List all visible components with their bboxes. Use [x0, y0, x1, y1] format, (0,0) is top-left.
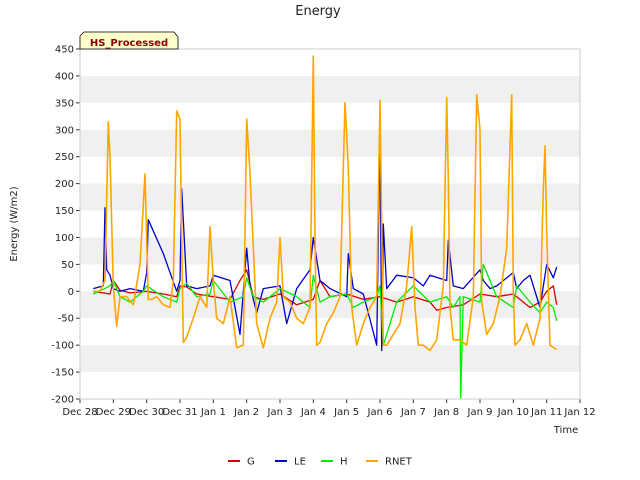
background-bands: [80, 75, 580, 373]
x-tick-label: Jan 8: [433, 407, 459, 418]
y-tick-label: -150: [51, 368, 74, 379]
x-tick-label: Jan 9: [467, 407, 493, 418]
y-tick-label: 350: [55, 98, 74, 109]
grid-band: [80, 75, 580, 103]
processed-badge: HS_Processed: [79, 31, 179, 50]
y-tick-label: -100: [51, 341, 74, 352]
energy-chart: Energy -200 -150 -100 -50 0 50 100 150 200 250 300…: [9, 4, 596, 468]
grid-band: [80, 183, 580, 211]
x-tick-label: Jan 10: [497, 407, 529, 418]
x-axis-label: Time: [553, 425, 578, 436]
legend-label-g: G: [247, 457, 255, 468]
x-tick-label: Jan 2: [233, 407, 259, 418]
x-tick-label: Jan 12: [563, 407, 595, 418]
x-tick-label: Dec 31: [162, 407, 197, 418]
legend-label-le: LE: [294, 457, 306, 468]
chart-title: Energy: [295, 4, 341, 19]
x-tick-label: Jan 4: [300, 407, 326, 418]
legend-label-rnet: RNET: [385, 457, 413, 468]
y-tick-label: 400: [55, 71, 74, 82]
badge-label: HS_Processed: [90, 38, 168, 49]
y-tick-label: 450: [55, 45, 74, 56]
x-axis-ticks: Dec 28Dec 29Dec 30Dec 31 Jan 1 Jan 2 Jan 3 J…: [62, 399, 596, 418]
x-tick-label: Jan 5: [333, 407, 359, 418]
legend-label-h: H: [340, 457, 348, 468]
x-tick-label: Jan 1: [200, 407, 226, 418]
y-tick-label: 100: [55, 233, 74, 244]
x-tick-label: Jan 11: [530, 407, 562, 418]
x-tick-label: Dec 30: [129, 407, 164, 418]
x-tick-label: Dec 28: [62, 407, 97, 418]
grid-band: [80, 129, 580, 157]
x-tick-label: Jan 6: [367, 407, 393, 418]
y-tick-label: 50: [61, 260, 74, 271]
y-tick-label: -200: [51, 395, 74, 406]
y-tick-label: 0: [68, 287, 74, 298]
x-tick-label: Dec 29: [96, 407, 131, 418]
y-tick-label: 200: [55, 179, 74, 190]
legend: G LE H RNET: [228, 457, 413, 468]
y-axis-ticks: -200 -150 -100 -50 0 50 100 150 200 250 300 350 400 4…: [51, 45, 80, 406]
grid-band: [80, 345, 580, 373]
y-axis-label: Energy (W/m2): [9, 186, 20, 261]
y-tick-label: 150: [55, 206, 74, 217]
x-tick-label: Jan 7: [400, 407, 426, 418]
x-tick-label: Jan 3: [267, 407, 293, 418]
y-tick-label: 300: [55, 125, 74, 136]
y-tick-label: 250: [55, 152, 74, 163]
y-tick-label: -50: [58, 314, 74, 325]
